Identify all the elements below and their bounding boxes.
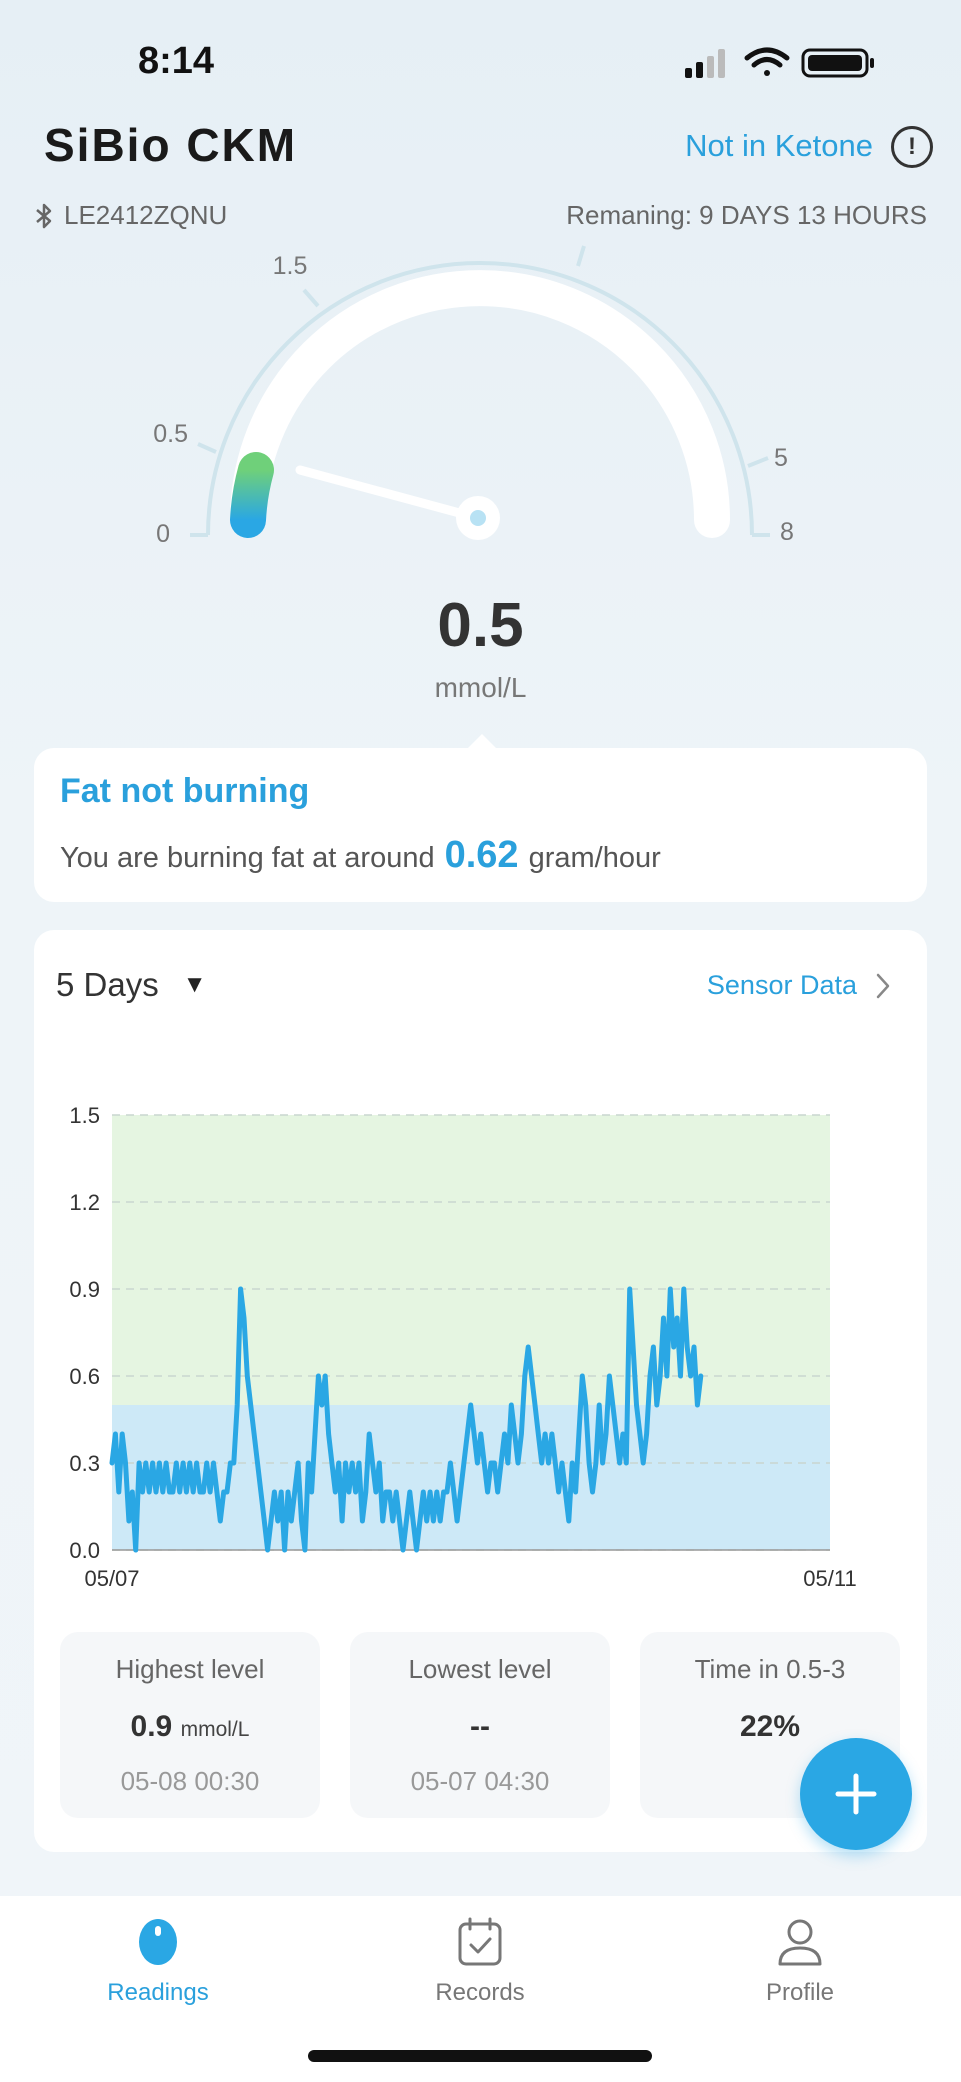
stat-highest-unit: mmol/L	[180, 1718, 250, 1741]
status-icons	[685, 47, 874, 78]
stat-highest-value-row: 0.9 mmol/L	[60, 1710, 320, 1744]
nav-readings-label: Readings	[107, 1979, 209, 2006]
stat-lowest-time: 05-07 04:30	[410, 1766, 550, 1796]
gauge-tick-0-5: 0.5	[153, 420, 188, 448]
chart-y-tick-1: 0.3	[69, 1451, 100, 1476]
stat-highest-value: 0.9	[130, 1710, 173, 1743]
battery-icon	[801, 48, 874, 78]
remaining-time: Remaning: 9 DAYS 13 HOURS	[566, 200, 927, 230]
sensor-data-link[interactable]: Sensor Data	[707, 970, 891, 1001]
sensor-data-label: Sensor Data	[706, 970, 857, 1000]
fat-status-title: Fat not burning	[60, 772, 310, 810]
ketone-gauge: 0 0.5 1.5 5 8	[153, 245, 794, 548]
nav-profile-label: Profile	[765, 1979, 835, 2006]
range-label: 5 Days	[56, 966, 159, 1003]
chart-y-tick-0: 0.0	[69, 1538, 100, 1563]
nav-records[interactable]: Records	[380, 1916, 580, 2007]
bluetooth-icon	[36, 203, 52, 228]
chart-x-tick-1: 05/11	[803, 1566, 856, 1590]
stat-lowest: Lowest level -- 05-07 04:30	[350, 1632, 610, 1818]
chart-y-tick-5: 1.5	[69, 1103, 100, 1128]
stat-lowest-label: Lowest level	[408, 1654, 552, 1684]
fat-burn-rate: 0.62	[444, 834, 519, 876]
stat-highest-time: 05-08 00:30	[120, 1766, 260, 1796]
stat-highest-label: Highest level	[115, 1654, 265, 1684]
chart-band-1	[112, 1115, 830, 1405]
sensor-icon	[139, 1919, 177, 1965]
app-title: SiBio CKM	[44, 119, 298, 171]
chart-y-tick-3: 0.9	[69, 1277, 100, 1302]
stat-lowest-value: --	[470, 1710, 490, 1743]
nav-readings[interactable]: Readings	[58, 1916, 258, 2007]
wifi-icon	[744, 47, 790, 76]
fat-desc-prefix: You are burning fat at around	[60, 842, 435, 874]
chart-x-tick-0: 05/07	[84, 1566, 139, 1590]
signal-icon	[685, 49, 725, 78]
chevron-right-icon	[876, 973, 890, 998]
chart-y-tick-4: 1.2	[69, 1190, 100, 1215]
nav-records-label: Records	[435, 1979, 525, 2006]
ketone-status[interactable]: Not in Ketone	[685, 128, 873, 164]
gauge-needle	[295, 465, 483, 523]
home-indicator	[308, 2050, 652, 2062]
device-row: LE2412ZQNU	[34, 200, 227, 231]
gauge-track	[230, 270, 730, 538]
chart-y-tick-2: 0.6	[69, 1364, 100, 1389]
gauge-tick-1-5: 1.5	[273, 252, 308, 280]
plus-icon	[835, 1773, 877, 1815]
caret-down-icon: ▼	[182, 971, 207, 998]
gauge-tick-8: 8	[780, 518, 794, 546]
gauge-unit: mmol/L	[434, 672, 527, 703]
status-time: 8:14	[138, 40, 215, 82]
fat-rate-unit: gram/hour	[528, 842, 661, 874]
range-dropdown[interactable]: 5 Days ▼	[56, 966, 206, 1004]
gauge-fill	[230, 452, 274, 538]
nav-profile[interactable]: Profile	[700, 1916, 900, 2007]
fat-burning-description: You are burning fat at around 0.62 gram/…	[60, 834, 661, 877]
user-icon	[778, 1919, 822, 1966]
gauge-tick-0: 0	[156, 520, 170, 548]
gauge-tick-5: 5	[774, 444, 788, 472]
stat-highest: Highest level 0.9 mmol/L 05-08 00:30	[60, 1632, 320, 1818]
device-id: LE2412ZQNU	[64, 200, 228, 230]
stat-tir-label: Time in 0.5-3	[694, 1654, 846, 1684]
ketone-line-chart: 0.0 0.3 0.6 0.9 1.2 1.5 05/07 05/11	[69, 1103, 856, 1590]
gauge-value: 0.5	[437, 591, 524, 660]
info-icon[interactable]: !	[891, 126, 933, 168]
calendar-check-icon	[458, 1917, 502, 1966]
add-record-button[interactable]	[800, 1738, 912, 1850]
